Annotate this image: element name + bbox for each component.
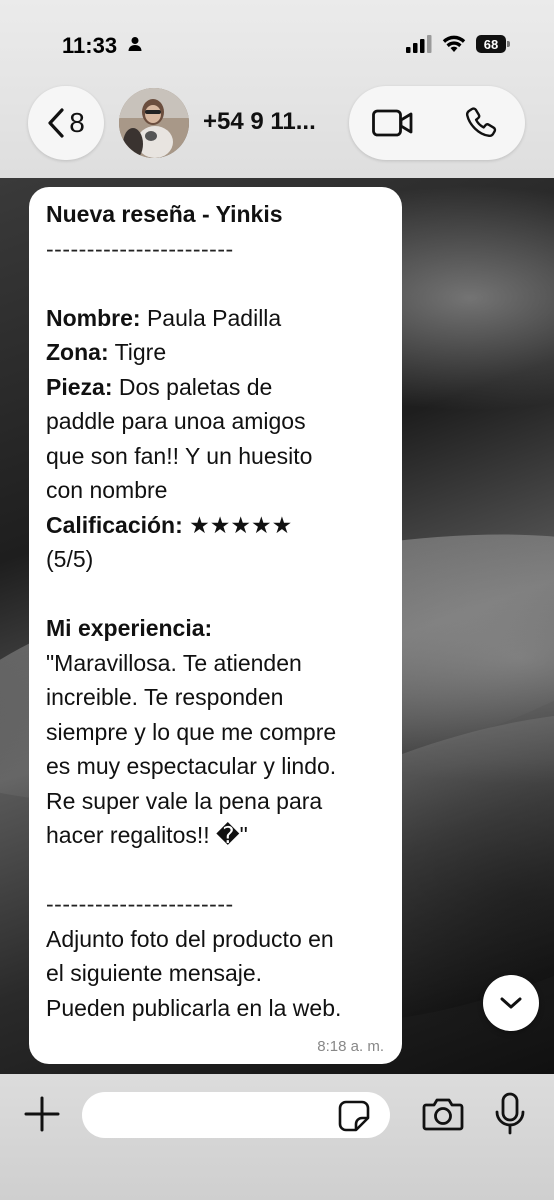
microphone-icon[interactable] (494, 1092, 526, 1136)
contact-avatar[interactable] (119, 88, 189, 158)
experience-label: Mi experiencia: (46, 615, 213, 641)
back-button[interactable]: 8 (28, 86, 104, 160)
video-call-button[interactable] (349, 86, 437, 160)
message-timestamp: 8:18 a. m. (317, 1038, 384, 1055)
status-time: 11:33 (62, 33, 118, 58)
rating-label: Calificación: (46, 511, 183, 538)
experience-line: "Maravillosa. Te atienden (46, 649, 302, 676)
experience-line: siempre y lo que me compre (46, 718, 337, 745)
rating-stars: ★★★★★ (182, 511, 293, 538)
name-row: Nombre: Paula Padilla (46, 301, 390, 336)
closing-line: Adjunto foto del producto en (46, 925, 334, 952)
phone-icon (466, 107, 497, 137)
closing-line: Pueden publicarla en la web. (46, 994, 342, 1021)
chevron-left-icon (48, 108, 64, 138)
message-separator: ----------------------- (46, 235, 234, 262)
name-label: Nombre: (46, 304, 141, 331)
message-separator-bottom: ----------------------- (46, 891, 234, 917)
top-bar: 11:33 68 8 +54 9 11... (0, 0, 554, 178)
piece-row: Pieza: Dos paletas de (46, 370, 390, 405)
cellular-signal-icon (406, 35, 432, 53)
battery-cap (507, 41, 510, 47)
zone-label: Zona: (46, 339, 109, 365)
piece-label: Pieza: (46, 373, 113, 400)
name-value: Paula Padilla (140, 304, 282, 331)
unread-count: 8 (69, 107, 85, 138)
piece-line: Dos paletas de (112, 373, 273, 400)
rating-value: (5/5) (46, 546, 94, 572)
voice-call-button[interactable] (437, 86, 525, 160)
experience-line: es muy espectacular y lindo. (46, 753, 337, 779)
piece-line: paddle para unoa amigos (46, 408, 306, 434)
closing-line: el siguiente mensaje. (46, 960, 263, 986)
piece-line: con nombre (46, 477, 168, 503)
status-indicators: 68 (406, 35, 510, 53)
battery-level: 68 (483, 36, 499, 52)
battery-indicator: 68 (476, 35, 510, 53)
message-title: Nueva reseña - Yinkis (46, 201, 283, 227)
chevron-down-icon (500, 997, 522, 1009)
camera-icon[interactable] (422, 1096, 464, 1132)
experience-line: Re super vale la pena para (46, 787, 323, 814)
sticker-icon[interactable] (338, 1100, 370, 1132)
wifi-icon (442, 35, 466, 52)
contact-name[interactable]: +54 9 11... (203, 108, 316, 136)
zone-row: Zona: Tigre (46, 335, 390, 370)
video-camera-icon (372, 109, 413, 137)
message-composer (0, 1074, 554, 1200)
zone-value: Tigre (108, 339, 167, 365)
person-icon (128, 37, 142, 51)
avatar-image (119, 88, 189, 158)
piece-line: que son fan!! Y un huesito (46, 442, 313, 469)
call-actions (349, 86, 525, 160)
experience-line: increible. Te responden (46, 684, 284, 710)
rating-row: Calificación: ★★★★★ (46, 508, 390, 543)
message-bubble[interactable]: Nueva reseña - Yinkis ------------------… (29, 187, 402, 1064)
plus-icon[interactable] (22, 1094, 62, 1134)
experience-line: hacer regalitos!! �" (46, 822, 248, 848)
scroll-to-bottom-button[interactable] (483, 975, 539, 1031)
